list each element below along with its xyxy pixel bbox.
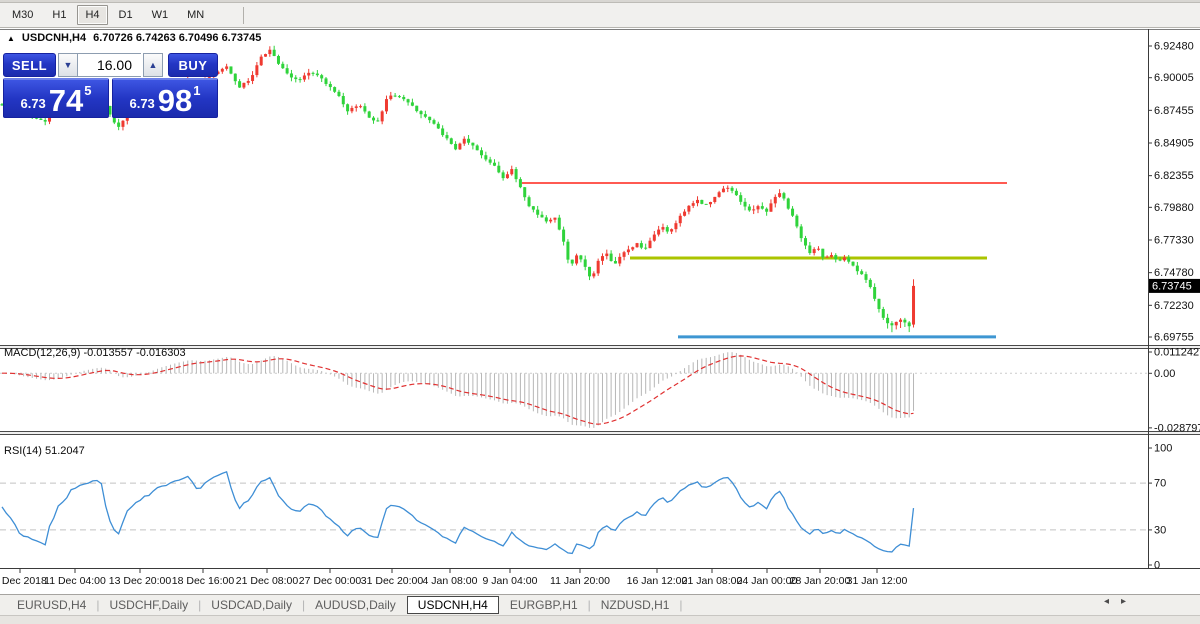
chart-title: USDCNH,H4 xyxy=(22,32,86,44)
sell-price-quote[interactable]: 6.73 74 5 xyxy=(3,78,109,118)
price-axis-label: 6.87455 xyxy=(1154,105,1194,117)
chart-tabs-bar: EURUSD,H4|USDCHF,Daily|USDCAD,Daily|AUDU… xyxy=(0,594,1200,615)
price-axis-label: 6.72230 xyxy=(1154,300,1194,312)
price-axis-label: 6.90005 xyxy=(1154,72,1194,84)
current-price-label: 6.73745 xyxy=(1152,280,1192,292)
price-axis-label: 6.79880 xyxy=(1154,202,1194,214)
time-axis-label: 13 Dec 20:00 xyxy=(109,575,172,587)
rsi-axis-label: 0 xyxy=(1154,560,1160,572)
time-axis-label: 6 Dec 2018 xyxy=(0,575,47,587)
time-axis-label: 11 Dec 04:00 xyxy=(44,575,106,587)
macd-axis-label: -0.028797 xyxy=(1154,422,1200,434)
chart-header: ▲ USDCNH,H4 6.70726 6.74263 6.70496 6.73… xyxy=(7,32,261,44)
chart-ohlc-values: 6.70726 6.74263 6.70496 6.73745 xyxy=(93,32,261,44)
rsi-axis-label: 30 xyxy=(1154,524,1166,536)
sell-price-small: 6.73 xyxy=(20,96,45,111)
price-axis-label: 6.74780 xyxy=(1154,267,1194,279)
price-axis-label: 6.82355 xyxy=(1154,170,1194,182)
time-axis-label: 31 Dec 20:00 xyxy=(361,575,424,587)
time-axis-label: 24 Jan 00:00 xyxy=(737,575,798,587)
buy-price-sup: 1 xyxy=(193,83,200,98)
chart-tab-nzdusd[interactable]: NZDUSD,H1 xyxy=(592,596,679,614)
sell-price-big: 74 xyxy=(49,88,83,113)
one-click-trade-panel: SELL ▼ 16.00 ▲ BUY 6.73 74 5 6.73 98 1 xyxy=(3,53,218,118)
chart-tab-usdchf[interactable]: USDCHF,Daily xyxy=(100,596,197,614)
buy-button[interactable]: BUY xyxy=(168,53,218,77)
sell-button[interactable]: SELL xyxy=(3,53,56,77)
chart-tab-eurgbp[interactable]: EURGBP,H1 xyxy=(501,596,587,614)
tabs-scroll-right-icon[interactable]: ▸ xyxy=(1121,596,1126,607)
chart-tab-audusd[interactable]: AUDUSD,Daily xyxy=(306,596,405,614)
chevron-up-icon: ▲ xyxy=(149,61,158,70)
chevron-down-icon: ▼ xyxy=(64,61,73,70)
volume-decrease-button[interactable]: ▼ xyxy=(58,53,78,77)
time-axis-label: 11 Jan 20:00 xyxy=(550,575,610,587)
buy-price-small: 6.73 xyxy=(129,96,154,111)
volume-input[interactable]: 16.00 xyxy=(78,53,141,77)
tab-scroll-arrows: ◂ ▸ xyxy=(1104,596,1126,607)
rsi-indicator-label: RSI(14) 51.2047 xyxy=(4,445,85,457)
time-axis-label: 21 Dec 08:00 xyxy=(236,575,299,587)
time-axis-label: 18 Dec 16:00 xyxy=(172,575,235,587)
rsi-axis-label: 100 xyxy=(1154,443,1172,455)
volume-increase-button[interactable]: ▲ xyxy=(143,53,163,77)
time-axis-label: 21 Jan 08:00 xyxy=(682,575,743,587)
rsi-axis-label: 70 xyxy=(1154,478,1166,490)
price-axis-label: 6.69755 xyxy=(1154,332,1194,344)
time-axis-label: 27 Dec 00:00 xyxy=(299,575,362,587)
time-axis-label: 4 Jan 08:00 xyxy=(423,575,478,587)
macd-axis-label: 0.00 xyxy=(1154,368,1175,380)
time-axis-label: 16 Jan 12:00 xyxy=(627,575,688,587)
price-axis-label: 6.84905 xyxy=(1154,138,1194,150)
time-axis-label: 9 Jan 04:00 xyxy=(483,575,538,587)
chart-tab-usdcad[interactable]: USDCAD,Daily xyxy=(202,596,301,614)
buy-price-quote[interactable]: 6.73 98 1 xyxy=(112,78,218,118)
buy-price-big: 98 xyxy=(158,88,192,113)
chart-tab-eurusd[interactable]: EURUSD,H4 xyxy=(8,596,95,614)
tabs-scroll-left-icon[interactable]: ◂ xyxy=(1104,596,1109,607)
macd-axis-label: 0.011242 xyxy=(1154,346,1199,358)
chart-tab-usdcnh[interactable]: USDCNH,H4 xyxy=(407,596,499,614)
price-axis-label: 6.77330 xyxy=(1154,235,1194,247)
time-axis-label: 31 Jan 12:00 xyxy=(847,575,908,587)
sell-price-sup: 5 xyxy=(84,83,91,98)
time-axis-label: 28 Jan 20:00 xyxy=(790,575,851,587)
macd-indicator-label: MACD(12,26,9) -0.013557 -0.016303 xyxy=(4,347,186,359)
collapse-triangle-icon[interactable]: ▲ xyxy=(7,34,15,43)
price-axis-label: 6.92480 xyxy=(1154,41,1194,53)
tab-separator: | xyxy=(678,598,683,612)
